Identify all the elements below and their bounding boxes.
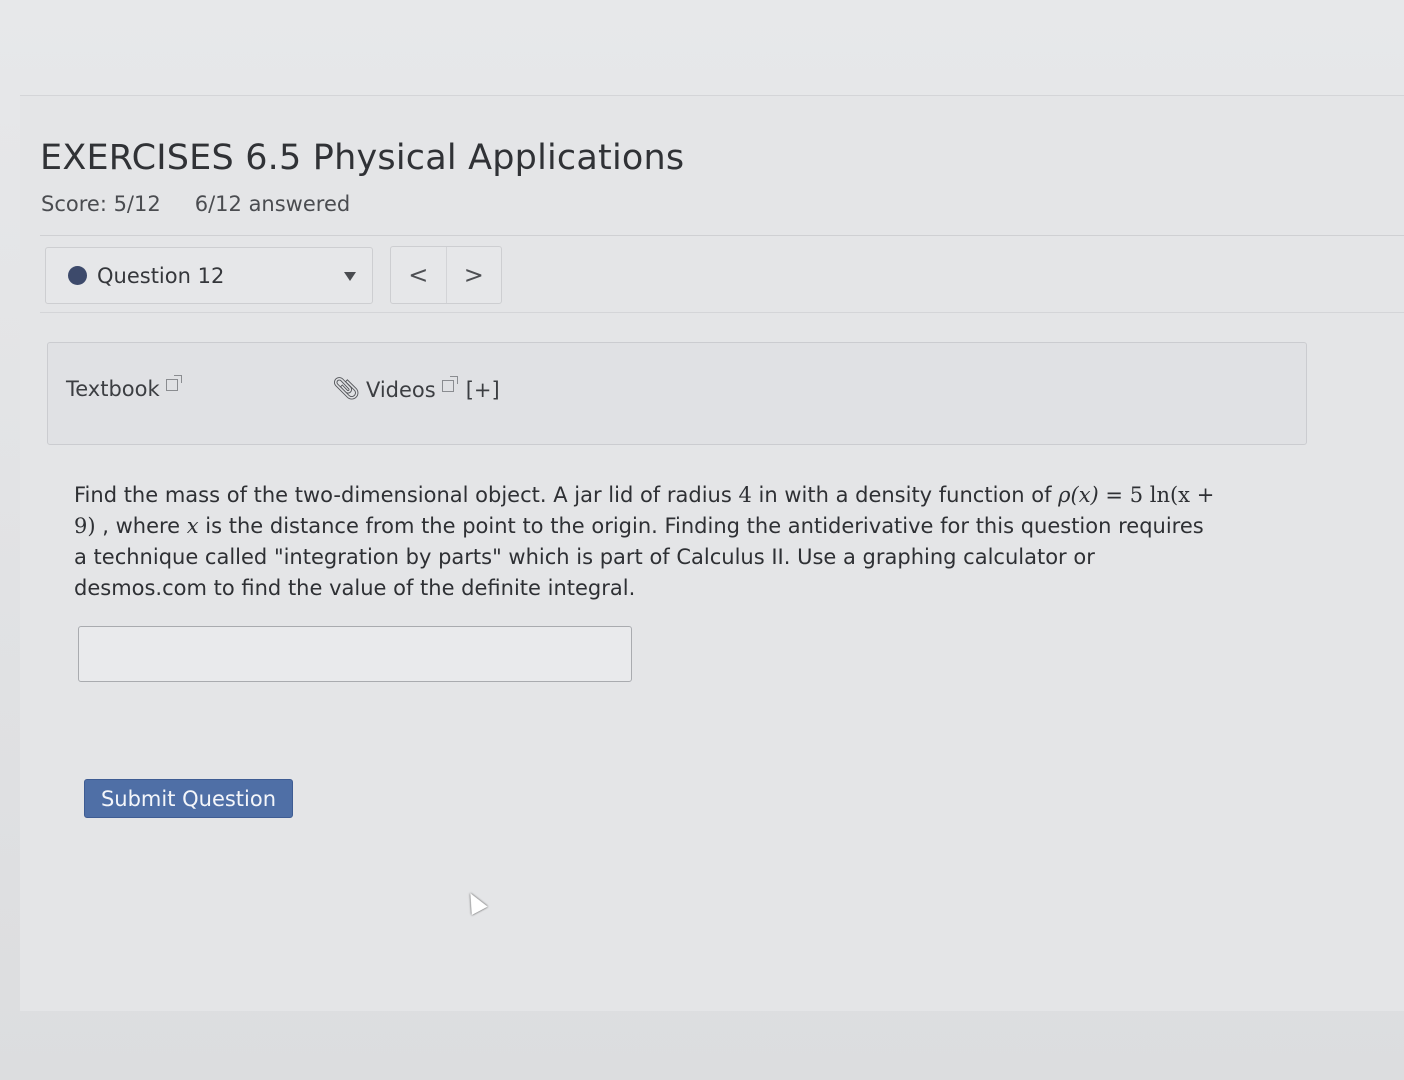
variable-x: x	[186, 514, 199, 538]
expand-toggle[interactable]: [+]	[466, 378, 500, 402]
page-title: EXERCISES 6.5 Physical Applications	[40, 138, 685, 178]
prev-question-button[interactable]: <	[391, 247, 446, 303]
question-text-part: , where	[95, 514, 187, 538]
density-symbol: ρ(x)	[1058, 483, 1099, 507]
submit-question-button[interactable]: Submit Question	[84, 779, 293, 818]
divider	[40, 312, 1404, 313]
question-text: Find the mass of the two-dimensional obj…	[74, 480, 1219, 604]
textbook-label: Textbook	[66, 377, 160, 401]
next-question-button[interactable]: >	[445, 247, 502, 303]
question-nav-group: < >	[390, 246, 502, 304]
question-select[interactable]: Question 12	[45, 247, 373, 304]
external-link-icon	[165, 375, 182, 391]
question-text-part: =	[1098, 483, 1130, 507]
textbook-link[interactable]: Textbook	[66, 375, 182, 401]
chevron-down-icon	[344, 272, 356, 281]
question-text-part: Find the mass of the two-dimensional obj…	[74, 483, 739, 507]
external-link-icon	[441, 375, 458, 392]
score-row: Score: 5/12 6/12 answered	[41, 192, 350, 216]
videos-link[interactable]: 📎︎ Videos [+]	[332, 375, 500, 402]
score-text: Score: 5/12	[41, 192, 161, 216]
radius-value: 4	[738, 483, 752, 507]
videos-label: Videos	[365, 377, 436, 402]
paperclip-icon: 📎︎	[332, 377, 360, 402]
answer-input[interactable]	[78, 626, 632, 682]
question-text-part: in with a density function of	[751, 483, 1059, 507]
divider	[40, 235, 1404, 236]
status-dot-icon	[68, 266, 87, 285]
screen: EXERCISES 6.5 Physical Applications Scor…	[0, 0, 1404, 1080]
help-box: Textbook 📎︎ Videos [+]	[47, 342, 1307, 445]
answered-count: 6/12 answered	[194, 192, 351, 216]
question-text-part: is the distance from the point to the or…	[74, 514, 1204, 600]
question-select-label: Question 12	[97, 263, 225, 288]
